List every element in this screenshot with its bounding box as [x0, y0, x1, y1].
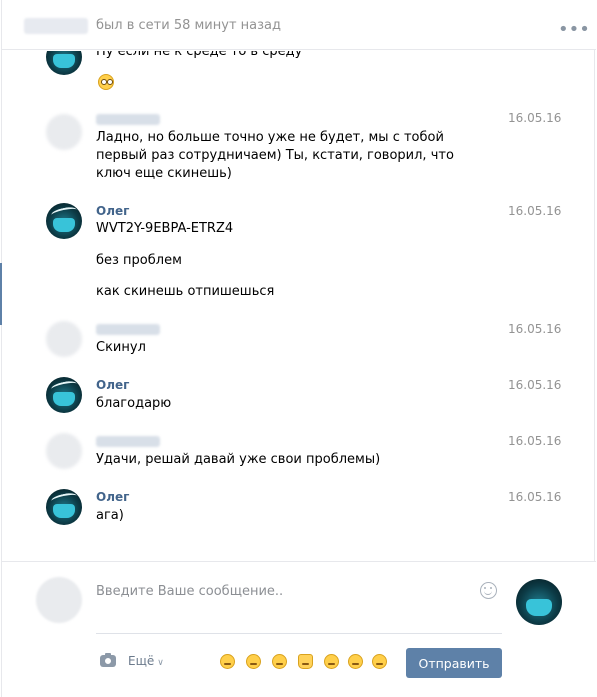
confused-face-icon[interactable]	[324, 654, 339, 669]
message-date: 16.05.16	[508, 490, 562, 504]
message-author[interactable]: Олег	[96, 490, 129, 504]
avatar[interactable]	[46, 321, 82, 357]
message-text: Ладно, но больше точно уже не будет, мы …	[96, 130, 454, 181]
message-text: Ну если не к среде то в среду	[96, 51, 303, 59]
my-avatar[interactable]	[36, 577, 82, 623]
message-author[interactable]: Олег	[96, 204, 129, 218]
message-input-wrapper	[96, 576, 502, 634]
scroll-indicator[interactable]	[0, 263, 2, 325]
message-text: WVT2Y-9EBPA-ETRZ4	[96, 221, 234, 236]
dialog-header: был в сети 58 минут назад •••	[2, 0, 596, 50]
flushed-face-icon	[98, 74, 114, 90]
message-date: 16.05.16	[508, 111, 562, 125]
blushing-face-icon[interactable]	[348, 654, 363, 669]
smile-icon[interactable]	[480, 582, 497, 599]
more-attachments-button[interactable]: Ещё ∨	[128, 654, 164, 668]
message-text: как скинешь отпишешься	[96, 284, 275, 299]
message-composer: Ещё∨ Отправить	[2, 561, 596, 697]
avatar[interactable]	[46, 489, 82, 525]
message-text: Удачи, решай давай уже свои проблемы)	[96, 452, 381, 467]
message-text: благодарю	[96, 396, 172, 411]
online-status: был в сети 58 минут назад	[96, 18, 281, 33]
message-author[interactable]	[96, 436, 160, 447]
ellipsis-icon[interactable]: •••	[558, 19, 590, 40]
avatar[interactable]	[46, 433, 82, 469]
avatar[interactable]	[46, 51, 82, 75]
more-label: Ещё	[128, 654, 155, 668]
relieved-face-icon[interactable]	[372, 654, 387, 669]
message-text: без проблем	[96, 253, 182, 268]
message-input[interactable]	[96, 576, 476, 599]
avatar[interactable]	[46, 377, 82, 413]
avatar[interactable]	[46, 114, 82, 150]
message-history[interactable]: Ну если не к среде то в среду 16.05.16 Л…	[2, 51, 596, 561]
message-text: ага)	[96, 508, 124, 523]
kissing-face-icon[interactable]	[246, 654, 261, 669]
send-button[interactable]: Отправить	[406, 648, 502, 678]
smirking-face-icon[interactable]	[220, 654, 235, 669]
camera-icon[interactable]	[100, 653, 116, 667]
peer-avatar[interactable]	[516, 579, 562, 625]
message-author[interactable]: Олег	[96, 378, 129, 392]
message-text: Скинул	[96, 340, 146, 355]
composer-toolbar: Ещё ∨ Отправить	[96, 646, 506, 678]
message-date: 16.05.16	[508, 378, 562, 392]
message-date: 16.05.16	[508, 322, 562, 336]
dialog-panel: был в сети 58 минут назад ••• Ну если не…	[1, 0, 596, 697]
thumbs-up-icon[interactable]	[298, 654, 313, 669]
chevron-down-icon: ∨	[157, 658, 164, 668]
message-date: 16.05.16	[508, 434, 562, 448]
unamused-face-icon[interactable]	[272, 654, 287, 669]
contact-name-blurred[interactable]	[24, 18, 88, 34]
avatar[interactable]	[46, 203, 82, 239]
message-author[interactable]	[96, 114, 160, 125]
message-author[interactable]	[96, 324, 160, 335]
message-date: 16.05.16	[508, 204, 562, 218]
